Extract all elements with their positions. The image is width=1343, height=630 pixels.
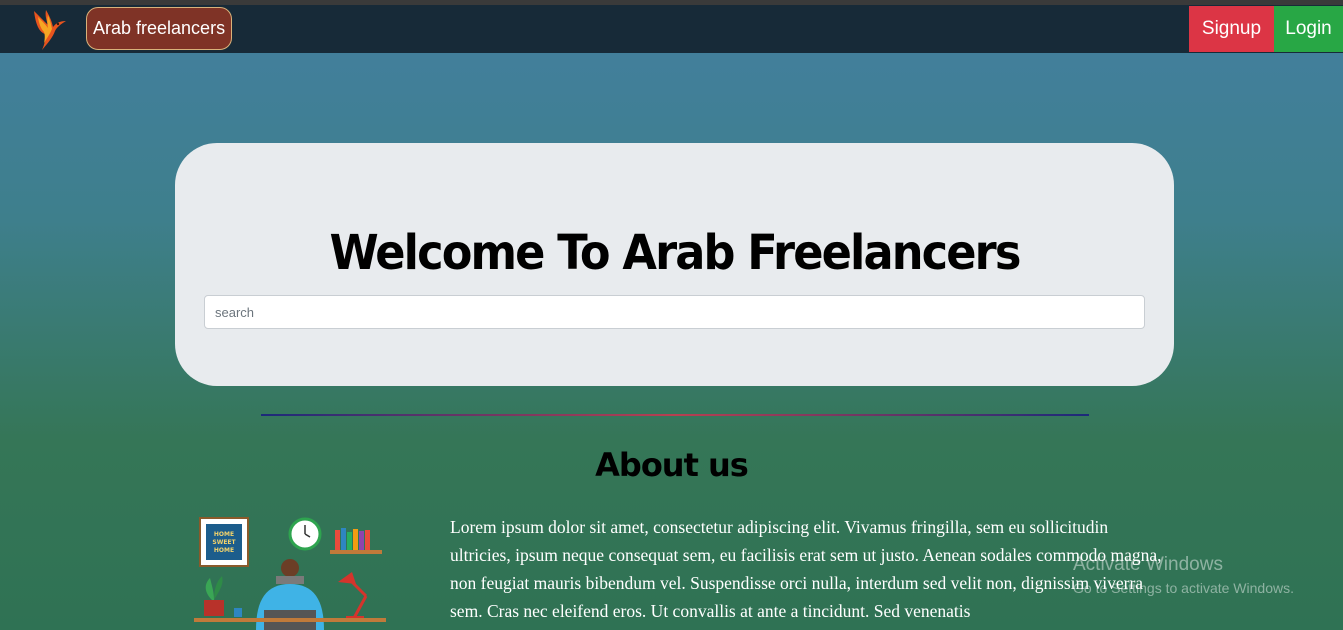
login-button[interactable]: Login bbox=[1274, 6, 1343, 52]
phoenix-bird-icon[interactable] bbox=[26, 7, 72, 53]
activate-title: Activate Windows bbox=[1073, 554, 1223, 575]
person-working-at-desk-icon: HOME SWEET HOME bbox=[194, 517, 386, 630]
hero-title: Welcome To Arab Freelancers bbox=[329, 225, 1021, 281]
search-input[interactable] bbox=[204, 295, 1145, 329]
windows-activation-watermark: Activate Windows Go to Settings to activ… bbox=[1073, 554, 1294, 596]
brand-button[interactable]: Arab freelancers bbox=[86, 7, 233, 50]
about-text: Lorem ipsum dolor sit amet, consectetur … bbox=[450, 517, 1162, 621]
svg-text:HOME: HOME bbox=[214, 531, 234, 538]
navbar: Arab freelancers Signup Login bbox=[0, 5, 1343, 53]
hero-card: Welcome To Arab Freelancers bbox=[175, 143, 1174, 386]
gradient-divider bbox=[261, 414, 1089, 416]
signup-button[interactable]: Signup bbox=[1189, 6, 1274, 52]
svg-text:HOME: HOME bbox=[214, 547, 234, 554]
about-title: About us bbox=[595, 446, 749, 484]
activate-subtitle: Go to Settings to activate Windows. bbox=[1073, 580, 1294, 596]
svg-text:SWEET: SWEET bbox=[212, 539, 236, 546]
auth-buttons: Signup Login bbox=[1189, 6, 1343, 52]
